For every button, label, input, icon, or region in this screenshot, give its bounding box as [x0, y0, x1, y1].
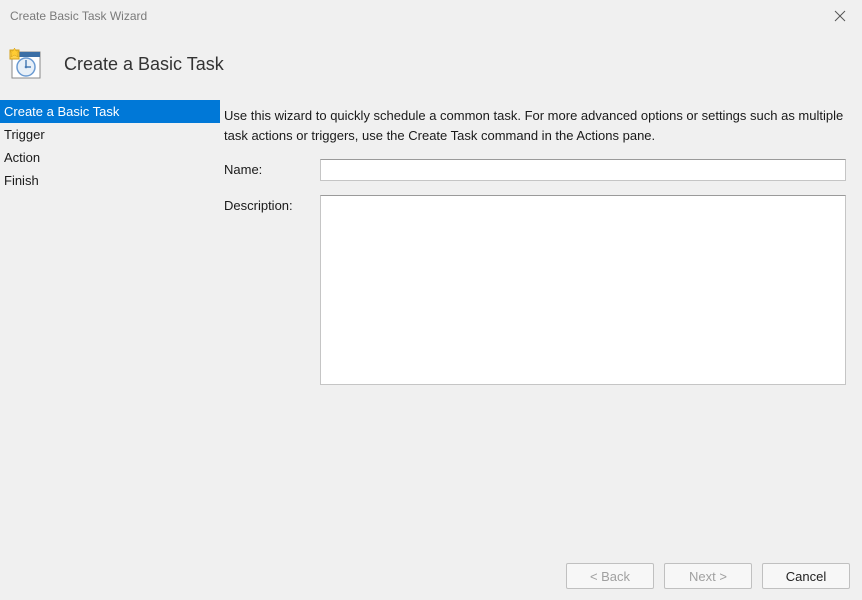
cancel-button[interactable]: Cancel [762, 563, 850, 589]
next-button[interactable]: Next > [664, 563, 752, 589]
sidebar-step-trigger[interactable]: Trigger [0, 123, 220, 146]
sidebar-step-action[interactable]: Action [0, 146, 220, 169]
name-row: Name: [224, 159, 846, 181]
sidebar-step-finish[interactable]: Finish [0, 169, 220, 192]
titlebar: Create Basic Task Wizard [0, 0, 862, 32]
sidebar-step-create-basic-task[interactable]: Create a Basic Task [0, 100, 220, 123]
intro-text: Use this wizard to quickly schedule a co… [224, 106, 846, 145]
name-label: Name: [224, 159, 320, 177]
close-icon [834, 10, 846, 22]
wizard-sidebar: Create a Basic Task Trigger Action Finis… [0, 100, 220, 540]
button-bar: < Back Next > Cancel [0, 552, 862, 600]
wizard-header: Create a Basic Task [0, 32, 862, 100]
back-button[interactable]: < Back [566, 563, 654, 589]
description-row: Description: [224, 195, 846, 385]
wizard-title: Create a Basic Task [64, 54, 224, 75]
wizard-clock-icon [8, 46, 44, 82]
window-title: Create Basic Task Wizard [10, 9, 147, 23]
wizard-content: Use this wizard to quickly schedule a co… [220, 100, 862, 540]
close-button[interactable] [830, 6, 850, 26]
description-input[interactable] [320, 195, 846, 385]
description-label: Description: [224, 195, 320, 213]
wizard-body: Create a Basic Task Trigger Action Finis… [0, 100, 862, 540]
name-input[interactable] [320, 159, 846, 181]
